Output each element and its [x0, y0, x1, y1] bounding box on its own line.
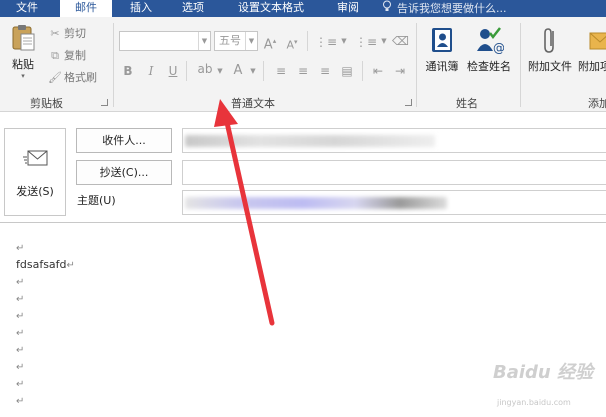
- paragraph-mark: ↵: [16, 362, 25, 373]
- cut-label: 剪切: [64, 27, 86, 40]
- baidu-watermark: Baidu 经验 jingyan.baidu.com: [493, 352, 606, 417]
- tell-me-box[interactable]: 告诉我您想要做什么...: [381, 0, 507, 17]
- cc-field[interactable]: [182, 160, 606, 185]
- font-size-combo[interactable]: 五号 ▼: [214, 31, 258, 51]
- divider: [307, 31, 308, 51]
- cut-button[interactable]: ✂ 剪切: [48, 25, 86, 42]
- check-names-label: 检查姓名: [467, 60, 511, 73]
- increase-indent-icon[interactable]: ⇥: [392, 63, 408, 79]
- copy-button[interactable]: ⧉ 复制: [48, 47, 86, 64]
- divider: [186, 61, 187, 81]
- group-separator: [520, 23, 521, 107]
- decrease-indent-icon[interactable]: ⇤: [370, 63, 386, 79]
- paste-icon: [6, 23, 40, 56]
- tell-me-text: 告诉我您想要做什么...: [397, 2, 507, 15]
- brush-icon: 🖌: [48, 71, 62, 84]
- tab-file[interactable]: 文件: [4, 0, 50, 17]
- basic-text-group-label: 普通文本: [231, 97, 275, 110]
- clipboard-group-label: 剪贴板: [30, 97, 63, 110]
- names-group-label: 姓名: [456, 97, 478, 110]
- paste-dropdown-icon[interactable]: ▾: [6, 72, 40, 80]
- divider: [362, 61, 363, 81]
- attach-item-label: 附加项: [578, 60, 606, 73]
- watermark-brand: Baidu 经验: [493, 362, 594, 383]
- chevron-down-icon[interactable]: ▼: [249, 63, 257, 79]
- numbering-icon[interactable]: ⋮≡: [354, 34, 378, 50]
- tab-review[interactable]: 审阅: [326, 0, 370, 17]
- send-icon: [23, 149, 49, 172]
- body-text-line: fdsafsafd↵: [16, 258, 75, 271]
- chevron-down-icon[interactable]: ▼: [380, 33, 388, 49]
- paragraph-mark: ↵: [16, 277, 25, 288]
- send-button[interactable]: 发送(S): [4, 128, 66, 216]
- chevron-down-icon[interactable]: ▼: [216, 63, 224, 79]
- align-left-icon[interactable]: ≡: [273, 63, 289, 79]
- group-separator: [113, 23, 114, 107]
- paragraph-mark: ↵: [16, 379, 25, 390]
- to-button[interactable]: 收件人...: [76, 128, 172, 153]
- paragraph-mark: ↵: [16, 345, 25, 356]
- chevron-down-icon[interactable]: ▼: [340, 33, 348, 49]
- watermark-site: jingyan.baidu.com: [497, 398, 571, 407]
- group-separator: [416, 23, 417, 107]
- envelope-icon: [588, 25, 606, 58]
- paragraph-mark: ↵: [16, 243, 25, 254]
- subject-label: 主题(U): [77, 194, 116, 207]
- scissors-icon: ✂: [50, 27, 60, 40]
- chevron-down-icon[interactable]: ▼: [198, 32, 210, 50]
- attach-item-button[interactable]: 附加项: [578, 25, 606, 74]
- paperclip-icon: [524, 25, 576, 58]
- italic-icon[interactable]: I: [145, 63, 157, 79]
- cc-button[interactable]: 抄送(C)...: [76, 160, 172, 185]
- check-names-button[interactable]: @ 检查姓名: [464, 25, 514, 74]
- clipboard-launcher-icon[interactable]: [101, 99, 108, 106]
- basic-text-launcher-icon[interactable]: [405, 99, 412, 106]
- copy-icon: ⧉: [51, 49, 59, 62]
- font-color-icon[interactable]: A: [231, 63, 245, 79]
- tab-insert[interactable]: 插入: [118, 0, 164, 17]
- address-book-label: 通讯簿: [425, 60, 459, 73]
- underline-icon[interactable]: U: [167, 63, 179, 79]
- grow-font-icon[interactable]: A▴: [263, 33, 277, 53]
- align-right-icon[interactable]: ≡: [317, 63, 333, 79]
- align-center-icon[interactable]: ≡: [295, 63, 311, 79]
- divider: [263, 61, 264, 81]
- to-field[interactable]: [182, 128, 606, 153]
- paragraph-mark: ↵: [16, 294, 25, 305]
- ribbon-tab-bar: 文件 邮件 插入 选项 设置文本格式 审阅 告诉我您想要做什么...: [0, 0, 606, 17]
- copy-label: 复制: [64, 49, 86, 62]
- address-book-icon: [421, 25, 463, 58]
- attach-file-button[interactable]: 附加文件: [524, 25, 576, 74]
- paragraph-mark: ↵: [16, 328, 25, 339]
- font-name-combo[interactable]: ▼: [119, 31, 211, 51]
- format-painter-label: 格式刷: [64, 71, 97, 84]
- shrink-font-icon[interactable]: A▾: [285, 34, 299, 54]
- bold-icon[interactable]: B: [122, 63, 134, 79]
- chevron-down-icon[interactable]: ▼: [245, 32, 257, 50]
- send-label: 发送(S): [16, 185, 54, 198]
- paragraph-mark: ↵: [16, 311, 25, 322]
- include-group-label: 添加: [588, 97, 606, 110]
- ribbon: 粘贴 ▾ ✂ 剪切 ⧉ 复制 🖌 格式刷 剪贴板 ▼ 五号 ▼ A▴ A▾ ⋮≡ ▼ …: [0, 17, 606, 112]
- check-names-icon: @: [464, 25, 514, 58]
- font-size-value: 五号: [219, 34, 241, 47]
- outlook-compose-window: 文件 邮件 插入 选项 设置文本格式 审阅 告诉我您想要做什么... 粘贴 ▾: [0, 0, 606, 417]
- address-book-button[interactable]: 通讯簿: [421, 25, 463, 74]
- svg-text:@: @: [493, 41, 504, 55]
- subject-field[interactable]: [182, 190, 606, 215]
- justify-icon[interactable]: ▤: [339, 63, 355, 79]
- lightbulb-icon: [381, 0, 393, 16]
- paste-label: 粘贴: [12, 58, 34, 71]
- attach-file-label: 附加文件: [528, 60, 572, 73]
- format-painter-button[interactable]: 🖌 格式刷: [48, 69, 97, 86]
- tab-format-text[interactable]: 设置文本格式: [226, 0, 316, 17]
- bullets-icon[interactable]: ⋮≡: [314, 34, 338, 50]
- tab-message[interactable]: 邮件: [60, 0, 112, 17]
- clear-formatting-icon[interactable]: ⌫: [392, 33, 409, 49]
- tab-options[interactable]: 选项: [170, 0, 216, 17]
- highlight-icon[interactable]: ab: [196, 61, 214, 77]
- paragraph-mark: ↵: [16, 396, 25, 407]
- paste-button[interactable]: 粘贴 ▾: [6, 23, 40, 80]
